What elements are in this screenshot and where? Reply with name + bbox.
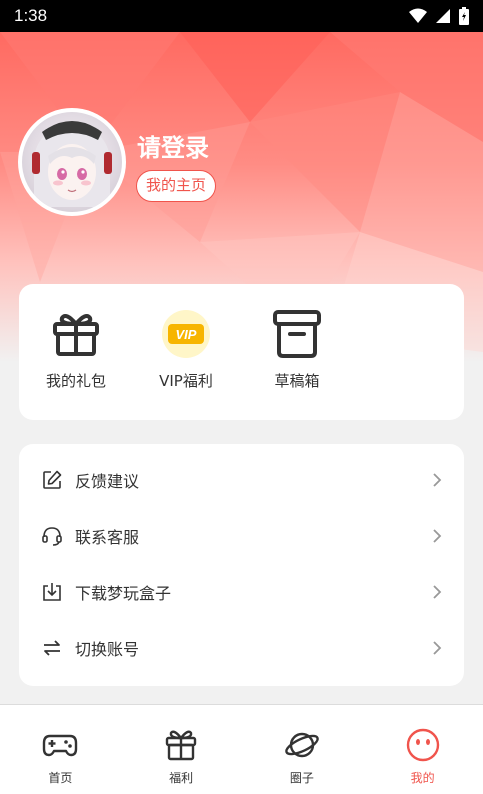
face-icon (406, 728, 439, 762)
tab-label: 福利 (169, 771, 194, 785)
menu-item-label: 联系客服 (75, 528, 140, 547)
action-label: 草稿箱 (274, 372, 320, 390)
menu-item-label: 下载梦玩盒子 (75, 584, 172, 603)
edit-icon (41, 469, 63, 491)
my-homepage-button[interactable]: 我的主页 (136, 170, 217, 202)
switch-arrows-icon (41, 637, 63, 659)
bottom-tab-bar: 首页 福利 圈子 我的 (0, 704, 483, 794)
signal-icon (436, 9, 450, 23)
action-my-gifts[interactable]: 我的礼包 (21, 308, 131, 391)
wifi-icon (409, 8, 427, 23)
chevron-right-icon (432, 472, 442, 488)
avatar[interactable] (18, 108, 126, 216)
download-icon (41, 581, 63, 603)
avatar-illustration (32, 121, 112, 207)
chevron-right-icon (432, 640, 442, 656)
anime-avatar (22, 112, 122, 212)
chevron-right-icon (432, 584, 442, 600)
battery-icon (459, 7, 469, 25)
menu-item-switch-account[interactable]: 切换账号 (19, 620, 464, 676)
action-label: 我的礼包 (45, 372, 106, 390)
gift-icon (165, 730, 197, 761)
login-prompt[interactable]: 请登录 (137, 128, 209, 163)
headset-icon (41, 525, 63, 547)
menu-item-label: 反馈建议 (75, 472, 140, 491)
status-icons (409, 7, 469, 25)
gift-icon (53, 314, 99, 356)
menu-item-label: 切换账号 (75, 640, 140, 659)
planet-icon (285, 732, 319, 758)
archive-box-icon (273, 310, 321, 358)
action-vip-benefits[interactable]: VIP VIP福利 (131, 308, 241, 391)
vip-badge-icon: VIP (162, 310, 210, 358)
menu-item-customer-service[interactable]: 联系客服 (19, 508, 464, 564)
tab-benefits[interactable]: 福利 (121, 705, 242, 794)
tab-circle[interactable]: 圈子 (242, 705, 363, 794)
menu-item-download-app[interactable]: 下载梦玩盒子 (19, 564, 464, 620)
status-bar: 1:38 (0, 0, 483, 32)
tab-home[interactable]: 首页 (0, 705, 121, 794)
gamepad-icon (43, 734, 78, 757)
settings-menu-card: 反馈建议 联系客服 下载梦玩盒子 切换账号 (19, 444, 464, 686)
quick-actions-card: 我的礼包 VIP VIP福利 草稿箱 (19, 284, 464, 420)
tab-label: 我的 (410, 771, 435, 785)
chevron-right-icon (432, 528, 442, 544)
action-label: VIP福利 (159, 372, 213, 390)
tab-label: 首页 (48, 771, 73, 785)
tab-mine[interactable]: 我的 (362, 705, 483, 794)
status-time: 1:38 (14, 6, 48, 25)
action-drafts[interactable]: 草稿箱 (242, 308, 352, 391)
tab-label: 圈子 (289, 771, 314, 785)
menu-item-feedback[interactable]: 反馈建议 (19, 452, 464, 508)
svg-text:VIP: VIP (176, 327, 197, 342)
